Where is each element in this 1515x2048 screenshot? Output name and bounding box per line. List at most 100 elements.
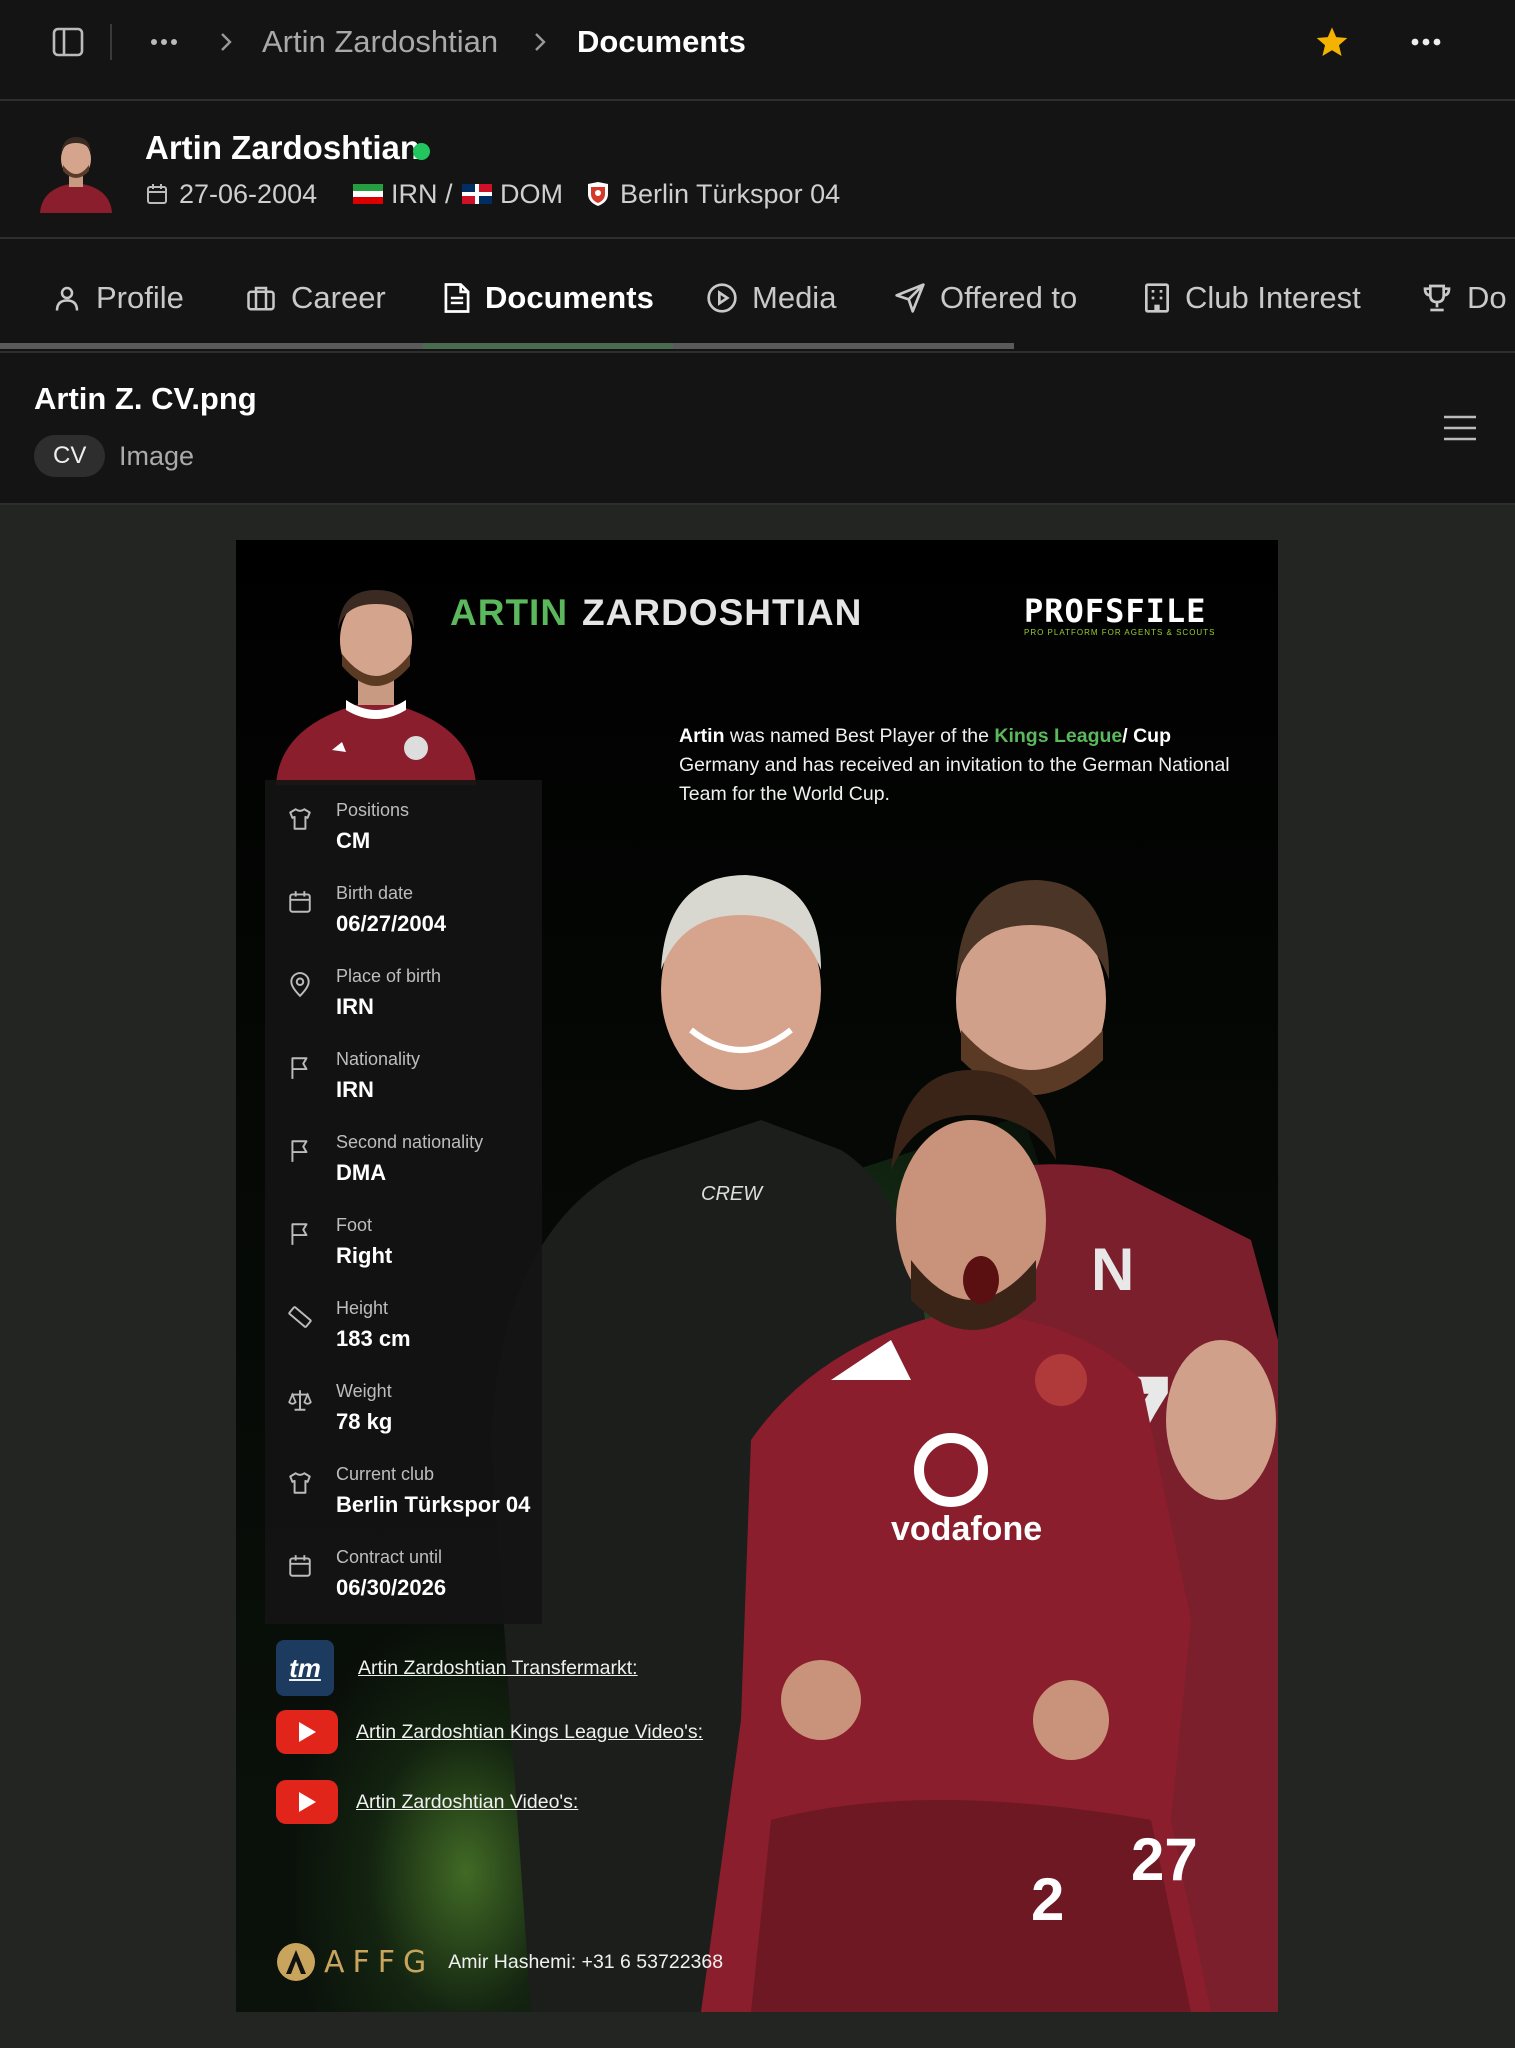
field-value: CM [336,828,371,853]
shirt-icon [289,1472,311,1494]
svg-text:2: 2 [1031,1866,1064,1933]
divider [110,24,112,60]
document-header: Artin Z. CV.png CV Image [0,353,1515,505]
more-options-icon[interactable] [1406,22,1446,62]
field-label: Current club [336,1464,435,1484]
cv-footer: AFFG Amir Hashemi: +31 6 53722368 [276,1942,723,1982]
calendar-icon [289,891,311,913]
tab-overflow[interactable]: Do [1421,275,1507,321]
cv-field-positions: Positions CM [265,788,542,871]
ruler-icon [288,1306,312,1328]
field-value: Right [336,1243,393,1268]
tab-bar: Profile Career Documents Media Offered t… [0,239,1515,353]
field-label: Weight [336,1381,392,1401]
youtube-icon [276,1710,338,1754]
field-label: Positions [336,800,410,820]
player-name: Artin Zardoshtian [145,129,421,166]
online-status-dot [413,143,430,160]
calendar-icon [147,184,167,204]
cv-field-birth-date: Birth date 06/27/2004 [265,871,542,954]
field-label: Foot [336,1215,373,1235]
cv-field-contract-until: Contract until 06/30/2026 [265,1535,542,1618]
field-label: Contract until [336,1547,443,1567]
field-value: 183 cm [336,1326,411,1351]
field-label: Nationality [336,1049,421,1069]
agent-contact: Amir Hashemi: +31 6 53722368 [448,1950,724,1973]
field-value: 78 kg [336,1409,393,1434]
more-breadcrumbs-icon[interactable] [144,22,184,62]
tab-club-interest[interactable]: Club Interest [1143,275,1361,321]
videos-link[interactable]: Artin Zardoshtian Video's: [276,1780,578,1824]
trophy-icon [1423,284,1451,312]
cv-last-name: ZARDOSHTIAN [582,592,863,633]
hoodie-logo: CREW [701,1183,764,1205]
hamburger-menu-icon[interactable] [1443,413,1477,448]
tab-media[interactable]: Media [706,275,836,321]
logo-text: PROFSFILE [1024,592,1207,630]
transfermarkt-icon: tm [276,1640,334,1696]
document-type: Image [119,441,195,471]
affg-brand: AFFG [324,1944,435,1980]
logo-tagline: PRO PLATFORM FOR AGENTS & SCOUTS [1024,628,1216,637]
field-value: DMA [336,1160,387,1185]
top-bar: Artin Zardoshtian Documents [0,0,1515,101]
svg-text:27: 27 [1131,1826,1198,1893]
document-filename: Artin Z. CV.png [34,381,257,416]
iran-flag-icon [353,184,383,204]
bio-text: Germany and has received an invitation t… [679,754,1230,805]
tab-label: Profile [96,280,184,315]
breadcrumb-current: Documents [577,24,746,59]
favorite-star-icon[interactable] [1312,22,1352,62]
tab-offered-to[interactable]: Offered to [894,275,1077,321]
flag-icon [291,1057,308,1079]
cv-info-panel: Positions CM Birth date 06/27/2004 Place… [265,780,542,1624]
breadcrumb-player[interactable]: Artin Zardoshtian [262,20,498,64]
active-tab-indicator [423,343,673,349]
player-avatar[interactable] [36,127,116,213]
chevron-right-icon [206,22,246,62]
link-label: Artin Zardoshtian Transfermarkt: [358,1656,638,1679]
cv-first-name: ARTIN [450,592,569,633]
document-icon [444,283,470,313]
club-meta: Berlin Türkspor 04 [586,175,840,213]
tab-label: Career [291,280,386,315]
cv-field-foot: Foot Right [265,1203,542,1286]
cv-field-place-of-birth: Place of birth IRN [265,954,542,1037]
link-label: Artin Zardoshtian Video's: [356,1790,579,1813]
tab-label: Club Interest [1185,280,1361,315]
transfermarkt-link[interactable]: tm Artin Zardoshtian Transfermarkt: [276,1640,638,1696]
cv-field-current-club: Current club Berlin Türkspor 04 [265,1452,542,1535]
tab-career[interactable]: Career [245,275,386,321]
send-icon [895,283,925,313]
tab-label: Offered to [940,280,1078,315]
tab-label: Media [752,280,837,315]
tab-profile[interactable]: Profile [52,275,184,321]
birthdate-meta: 27-06-2004 [145,175,317,213]
tab-label: Do [1467,280,1507,315]
tab-label: Documents [485,280,654,315]
player-nationality-2: DOM [500,179,564,209]
briefcase-icon [247,286,275,311]
field-value: 06/27/2004 [336,911,447,936]
map-pin-icon [290,972,310,998]
sidebar-toggle-icon[interactable] [48,22,88,62]
player-header: Artin Zardoshtian 27-06-2004 IRN / DOM B… [0,101,1515,239]
cv-photo: 7 N vodafone CREW 2 27 [491,875,1278,2012]
player-headshot [276,590,476,785]
document-tag-badge: CV [34,435,106,477]
bio-text: was named Best Player of the [724,725,995,747]
cv-field-height: Height 183 cm [265,1286,542,1369]
cv-player-name: ARTIN ZARDOSHTIAN [450,592,862,634]
kings-league-video-link[interactable]: Artin Zardoshtian Kings League Video's: [276,1710,703,1754]
tab-documents[interactable]: Documents [443,275,654,321]
player-nationality: IRN / [391,179,461,209]
bio-name: Artin [679,725,725,747]
scale-icon [288,1390,312,1411]
profsfile-logo: PROFSFILE PRO PLATFORM FOR AGENTS & SCOU… [1024,592,1244,637]
field-label: Second nationality [336,1132,484,1152]
cv-field-weight: Weight 78 kg [265,1369,542,1452]
field-value: 06/30/2026 [336,1575,447,1600]
player-club: Berlin Türkspor 04 [620,179,841,209]
calendar-icon [289,1555,311,1577]
cv-image-preview[interactable]: ARTIN ZARDOSHTIAN PROFSFILE PRO PLATFORM … [236,540,1278,2012]
